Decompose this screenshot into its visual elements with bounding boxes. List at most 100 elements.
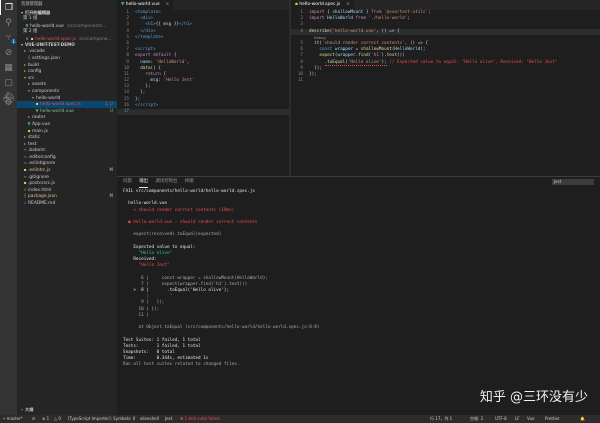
editor-left-code[interactable]: 1 <template> 2 <div> 3 <h1>{{ msg }}</h1> 4 …	[117, 10, 289, 176]
tree-item[interactable]: ↓README.md	[17, 200, 117, 207]
bell-icon[interactable]: 🔔	[580, 415, 585, 423]
outline-header[interactable]: › 大纲	[17, 407, 36, 413]
extensions-icon[interactable]: ▦	[0, 60, 17, 75]
code-text: };	[145, 84, 151, 90]
explorer-icon[interactable]: ❐	[0, 0, 17, 15]
tab-problems[interactable]: 问题	[123, 177, 132, 187]
folder-open-icon: ▾	[31, 94, 34, 100]
editor-right-code[interactable]: 1 import { shallowMount } from '@vue/test…	[291, 10, 600, 176]
code-text: <script>	[135, 47, 156, 53]
file-icon: ≡	[23, 173, 27, 179]
js-file-icon: ▪	[23, 167, 27, 173]
file-tree: ▸ .vscode{settings.json ▸ build ▸ config ▾ src ▸…	[17, 48, 117, 206]
warning-count[interactable]: △ 0	[54, 415, 61, 423]
remote-icon[interactable]: ▢	[0, 75, 17, 90]
tree-item[interactable]: ▸ router	[17, 114, 117, 121]
jest-status[interactable]: Jest	[165, 415, 172, 423]
open-editor-item[interactable]: × ▪ hello-world.spec.js src/compone...	[17, 36, 117, 43]
ts-importer-status[interactable]: [TypeScript Importer]: Symbols: 0	[68, 415, 135, 423]
git-status-badge: 1, U	[104, 101, 113, 107]
sync-icon[interactable]: ⟳	[32, 415, 35, 423]
jest-result[interactable]: ✖ 1 test suite failed	[180, 415, 220, 423]
language-mode[interactable]: Vue	[527, 415, 534, 423]
folder-icon: ▸	[23, 68, 26, 74]
code-text: <template>	[135, 10, 161, 15]
file-icon: ≡	[23, 153, 27, 159]
tree-item[interactable]: ≡.gitignore	[17, 174, 117, 181]
tree-item[interactable]: {settings.json	[17, 55, 117, 62]
tree-item[interactable]: ≡.eslintignore	[17, 160, 117, 167]
tree-item[interactable]: ▾ hello-world	[17, 95, 117, 102]
close-icon[interactable]: ×	[166, 2, 170, 7]
tree-item[interactable]: ≡.babelrc	[17, 147, 117, 154]
source-control-badge: 1	[11, 39, 16, 44]
open-editors-group-1[interactable]: 第 1 组	[17, 16, 117, 23]
tree-item[interactable]: ▸ static	[17, 134, 117, 141]
code-text: });	[309, 71, 317, 77]
file-icon: ≡	[23, 147, 27, 153]
search-icon[interactable]: ⚲	[0, 15, 17, 30]
bottom-panel: 问题 输出 调试控制台 终端 Jest FAIL src/components/…	[117, 176, 600, 415]
tree-item[interactable]: ▸ test	[17, 141, 117, 148]
editor-tabs-right: ▪ hello-world.spec.js ×	[291, 0, 600, 10]
user-indicator[interactable]: oliveshell	[140, 415, 159, 423]
tree-item[interactable]: ▸ config	[17, 68, 117, 75]
editor-tabs-left: ▼ hello-world.vue ×	[117, 0, 289, 10]
tab-debug-console[interactable]: 调试控制台	[155, 177, 177, 187]
vue-file-icon: ▼	[27, 120, 31, 126]
tree-item[interactable]: ≡.editorconfig	[17, 154, 117, 161]
tree-item[interactable]: ▼hello-world.vue U	[17, 108, 117, 115]
tree-item[interactable]: ▪ .postcssrc.js	[17, 180, 117, 187]
close-icon[interactable]: ×	[25, 36, 29, 43]
close-icon[interactable]: ×	[346, 2, 350, 7]
tree-item[interactable]: ▸ .vscode	[17, 48, 117, 55]
code-line[interactable]: 17	[117, 109, 289, 116]
tab-output[interactable]: 输出	[139, 177, 148, 188]
folder-icon: ▸	[23, 140, 26, 146]
tree-item[interactable]: ▸ assets	[17, 81, 117, 88]
panel-tab-strip: 问题 输出 调试控制台 终端 Jest	[117, 177, 600, 188]
open-editors-group-2[interactable]: 第 2 组	[17, 29, 117, 36]
code-text: </template>	[135, 34, 164, 40]
output-channel-select[interactable]: Jest	[552, 179, 594, 185]
code-text: import { shallowMount } from '@vue/test-…	[309, 10, 431, 15]
chevron-right-icon: ›	[21, 407, 23, 412]
branch-indicator[interactable]: ⑂ master*	[3, 415, 23, 423]
tab-hello-world-vue[interactable]: ▼ hello-world.vue ×	[117, 0, 174, 10]
cursor-position[interactable]: 行 17，列 1	[430, 415, 452, 423]
error-count[interactable]: ⊗ 1	[42, 415, 49, 423]
tree-item-label: README.md	[28, 201, 56, 207]
output-content[interactable]: FAIL src/components/hello-world/hello-wo…	[117, 187, 600, 370]
code-text: import HelloWorld from './hello-world';	[309, 16, 410, 22]
explorer-sidebar: 资源管理器 ▾ 打开的编辑器 第 1 组 ▼hello-world.vue src…	[17, 0, 117, 415]
code-text: <h1>{{ msg }}</h1>	[145, 22, 192, 28]
code-text: .toEqual('Hello olive'); // Expected val…	[324, 59, 558, 66]
folder-open-icon: ▾	[23, 74, 26, 80]
js-file-icon: ▪	[27, 127, 31, 133]
tree-item[interactable]: ▼App.vue	[17, 121, 117, 128]
eol[interactable]: LF	[515, 415, 520, 423]
code-line[interactable]: 11	[291, 78, 600, 84]
code-text: describe('hello-world.vue', () => {	[309, 28, 400, 34]
tree-item[interactable]: ▪ hello-world.spec.js 1, U	[17, 101, 117, 108]
tree-item[interactable]: ▪ main.js	[17, 128, 117, 135]
debug-icon[interactable]: ⊘	[0, 45, 17, 60]
tree-item[interactable]: {package.json M	[17, 193, 117, 200]
markdown-file-icon: ↓	[23, 200, 27, 206]
prettier-status[interactable]: Prettier	[545, 415, 560, 423]
tree-item[interactable]: ▸ build	[17, 62, 117, 69]
tab-terminal[interactable]: 终端	[185, 177, 194, 187]
tree-item[interactable]: ▾ src	[17, 75, 117, 82]
tree-item[interactable]: <index.html	[17, 187, 117, 194]
gear-icon[interactable]: ⚙	[0, 95, 17, 110]
tree-item[interactable]: ▪ .eslintrc.js M	[17, 167, 117, 174]
code-text: return {	[145, 71, 167, 77]
indent-setting[interactable]: 空格: 2	[470, 415, 483, 423]
tab-hello-world-spec[interactable]: ▪ hello-world.spec.js ×	[291, 0, 354, 10]
vue-file-icon: ▼	[35, 107, 39, 113]
folder-icon: ▸	[23, 48, 26, 54]
encoding[interactable]: UTF-8	[495, 415, 507, 423]
tree-item[interactable]: ▾ components	[17, 88, 117, 95]
source-control-icon[interactable]: ⑂ 1	[0, 30, 17, 45]
json-file-icon: {	[23, 193, 27, 199]
